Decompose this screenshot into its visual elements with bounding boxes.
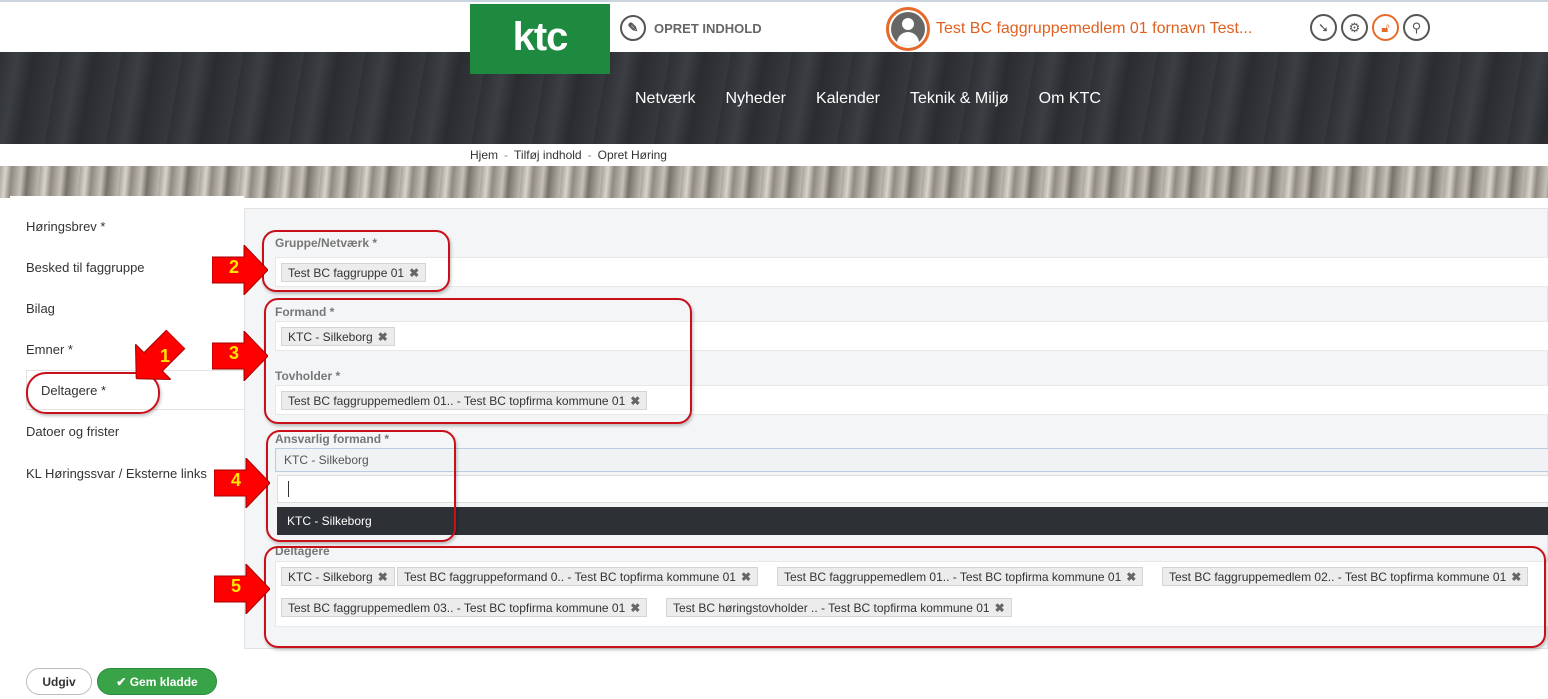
sidebar-item-datoer[interactable]: Datoer og frister [26,412,242,452]
tag-text: KTC - Silkeborg [288,330,373,344]
breadcrumb-home[interactable]: Hjem [470,148,498,162]
sidebar-item-bilag[interactable]: Bilag [26,289,242,329]
user-menu[interactable]: Test BC faggruppemedlem 01 fornavn Test.… [886,7,1252,51]
breadcrumb: Hjem - Tilføj indhold - Opret Høring [470,148,667,162]
ktc-logo[interactable]: ktc [470,4,610,74]
tovholder-field[interactable]: Test BC faggruppemedlem 01.. - Test BC t… [275,385,1548,415]
gruppe-field[interactable]: Test BC faggruppe 01 ✖ [275,257,1548,287]
edit-icon: ✎ [620,15,646,41]
remove-icon[interactable]: ✖ [378,330,388,344]
remove-icon[interactable]: ✖ [378,570,388,584]
tag-text: Test BC faggruppemedlem 03.. - Test BC t… [288,601,626,615]
create-content-label: OPRET INDHOLD [654,20,762,36]
deltagere-form-panel: Gruppe/Netværk * Test BC faggruppe 01 ✖ F… [244,208,1548,649]
nav-item-nyheder[interactable]: Nyheder [725,90,785,108]
sidebar-item-deltagere[interactable]: Deltagere * [26,370,256,410]
create-content-link[interactable]: ✎ OPRET INDHOLD [620,14,762,42]
tag-text: KTC - Silkeborg [288,570,373,584]
wood-texture-banner [0,166,1548,198]
remove-icon[interactable]: ✖ [995,601,1005,615]
remove-icon[interactable]: ✖ [741,570,751,584]
breadcrumb-row: Hjem - Tilføj indhold - Opret Høring [0,144,1548,166]
gear-icon[interactable]: ⚙ [1341,14,1368,41]
header-icons: ➘ ⚙ 🔓︎ ⚲ [1310,14,1430,41]
remove-icon[interactable]: ✖ [630,394,640,408]
dropdown-option[interactable]: KTC - Silkeborg [277,507,1548,535]
deltagere-label: Deltagere [275,544,330,558]
avatar[interactable] [886,7,930,51]
remove-icon[interactable]: ✖ [409,266,419,280]
remove-icon[interactable]: ✖ [1126,570,1136,584]
tag-text: Test BC faggruppemedlem 01.. - Test BC t… [784,570,1122,584]
annotation-number-1: 1 [159,346,170,366]
search-icon[interactable]: ⚲ [1403,14,1430,41]
main-navigation: Netværk Nyheder Kalender Teknik & Miljø … [0,52,1548,144]
tag-text: Test BC faggruppemedlem 02.. - Test BC t… [1169,570,1507,584]
deltager-tag: Test BC faggruppemedlem 03.. - Test BC t… [281,598,648,617]
check-icon: ✔ [116,674,127,689]
ansvarlig-formand-select[interactable]: KTC - Silkeborg [275,448,1548,472]
deltager-tag: KTC - Silkeborg ✖ [281,567,395,586]
gruppe-tag: Test BC faggruppe 01 ✖ [281,263,427,282]
ansvarlig-formand-label: Ansvarlig formand * [275,432,390,446]
sidebar-item-kl-horingssvar[interactable]: KL Høringssvar / Eksterne links [26,454,242,494]
formand-tag: KTC - Silkeborg ✖ [281,327,395,346]
breadcrumb-separator: - [504,148,509,162]
tovholder-label: Tovholder * [275,369,341,383]
save-draft-button[interactable]: ✔ Gem kladde [97,668,217,695]
tovholder-tag: Test BC faggruppemedlem 01.. - Test BC t… [281,391,648,410]
lock-icon[interactable]: 🔓︎ [1372,14,1399,41]
sidebar-item-horingsbrev[interactable]: Høringsbrev * [26,207,242,247]
sidebar-item-emner[interactable]: Emner * [26,330,242,370]
nav-item-om-ktc[interactable]: Om KTC [1039,90,1101,108]
tag-text: Test BC faggruppe 01 [288,266,405,280]
form-sidebar: Høringsbrev * Besked til faggruppe Bilag… [10,196,256,654]
nav-item-kalender[interactable]: Kalender [816,90,880,108]
deltager-tag: Test BC faggruppemedlem 02.. - Test BC t… [1162,567,1529,586]
top-header: ktc ✎ OPRET INDHOLD Test BC faggruppemed… [0,0,1548,74]
remove-icon[interactable]: ✖ [1511,570,1521,584]
gruppe-label: Gruppe/Netværk * [275,236,378,250]
nav-item-teknik-miljo[interactable]: Teknik & Miljø [910,90,1009,108]
breadcrumb-add-content[interactable]: Tilføj indhold [514,148,582,162]
user-icon [891,12,925,46]
tag-text: Test BC faggruppemedlem 01.. - Test BC t… [288,394,626,408]
user-name[interactable]: Test BC faggruppemedlem 01 fornavn Test.… [936,20,1252,38]
deltager-tag: Test BC høringstovholder .. - Test BC to… [666,598,1012,617]
deltager-tag: Test BC faggruppeformand 0.. - Test BC t… [397,567,758,586]
formand-label: Formand * [275,305,335,319]
breadcrumb-current: Opret Høring [597,148,667,162]
text-caret [288,481,289,497]
sidebar-item-besked[interactable]: Besked til faggruppe [26,248,242,288]
ansvarlig-formand-search-input[interactable] [277,475,1548,503]
deltager-tag: Test BC faggruppemedlem 01.. - Test BC t… [777,567,1144,586]
download-icon[interactable]: ➘ [1310,14,1337,41]
tag-text: Test BC faggruppeformand 0.. - Test BC t… [404,570,736,584]
remove-icon[interactable]: ✖ [630,601,640,615]
formand-field[interactable]: KTC - Silkeborg ✖ [275,321,1548,351]
save-draft-label: Gem kladde [129,674,198,689]
breadcrumb-separator: - [587,148,592,162]
deltagere-field[interactable]: KTC - Silkeborg ✖ Test BC faggruppeforman… [275,561,1548,627]
tag-text: Test BC høringstovholder .. - Test BC to… [673,601,990,615]
publish-button[interactable]: Udgiv [26,668,92,695]
nav-item-netvaerk[interactable]: Netværk [635,90,695,108]
